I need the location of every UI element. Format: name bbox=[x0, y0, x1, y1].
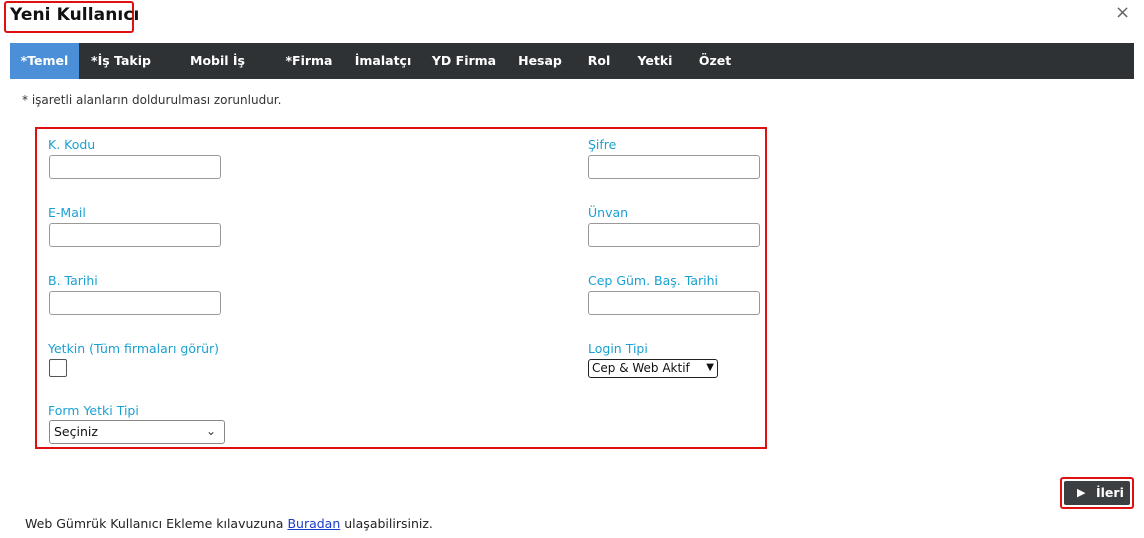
sifre-label: Şifre bbox=[588, 137, 617, 152]
yetkin-label: Yetkin (Tüm firmaları görür) bbox=[48, 341, 220, 356]
footer-text: Web Gümrük Kullanıcı Ekleme kılavuzuna B… bbox=[25, 516, 433, 531]
dialog-title: Yeni Kullanıcı bbox=[10, 5, 140, 25]
tab-yd-firma[interactable]: YD Firma bbox=[428, 43, 500, 79]
email-input[interactable] bbox=[49, 223, 221, 247]
required-note: * işaretli alanların doldurulması zorunl… bbox=[22, 93, 282, 107]
close-icon[interactable]: × bbox=[1115, 3, 1130, 23]
email-label: E-Mail bbox=[48, 205, 86, 220]
tab-yetki[interactable]: Yetki bbox=[630, 43, 680, 79]
tab-ozet[interactable]: Özet bbox=[692, 43, 738, 79]
chevron-down-icon: ⌄ bbox=[205, 424, 216, 438]
tab-temel[interactable]: *Temel bbox=[10, 43, 79, 79]
footer-text-after: ulaşabilirsiniz. bbox=[340, 516, 433, 531]
form-yetki-tipi-value: Seçiniz bbox=[54, 424, 98, 439]
tab-rol[interactable]: Rol bbox=[580, 43, 618, 79]
sifre-input[interactable] bbox=[588, 155, 760, 179]
unvan-label: Ünvan bbox=[588, 205, 629, 220]
k-kodu-label: K. Kodu bbox=[48, 137, 96, 152]
chevron-down-icon: ▼ bbox=[706, 362, 714, 373]
cep-gum-label: Cep Güm. Baş. Tarihi bbox=[588, 273, 718, 288]
b-tarihi-label: B. Tarihi bbox=[48, 273, 98, 288]
guide-link[interactable]: Buradan bbox=[287, 516, 340, 531]
yetkin-checkbox[interactable] bbox=[49, 359, 67, 377]
form-yetki-tipi-select[interactable]: Seçiniz ⌄ bbox=[49, 420, 225, 444]
tab-is-takip[interactable]: *İş Takip bbox=[84, 43, 158, 79]
form-yetki-tipi-label: Form Yetki Tipi bbox=[48, 403, 139, 418]
login-tipi-select[interactable]: Cep & Web Aktif ▼ bbox=[588, 359, 718, 378]
k-kodu-input[interactable] bbox=[49, 155, 221, 179]
unvan-input[interactable] bbox=[588, 223, 760, 247]
next-button-label: İleri bbox=[1096, 485, 1124, 500]
footer-text-before: Web Gümrük Kullanıcı Ekleme kılavuzuna bbox=[25, 516, 288, 531]
tab-imalatci[interactable]: İmalatçı bbox=[350, 43, 416, 79]
play-icon: ▶ bbox=[1077, 486, 1086, 499]
next-button[interactable]: ▶ İleri bbox=[1064, 481, 1130, 505]
tab-mobil-is-takip[interactable]: Mobil İş Takip bbox=[170, 43, 265, 104]
tab-hesap[interactable]: Hesap bbox=[512, 43, 568, 79]
b-tarihi-input[interactable] bbox=[49, 291, 221, 315]
login-tipi-label: Login Tipi bbox=[588, 341, 648, 356]
login-tipi-value: Cep & Web Aktif bbox=[592, 361, 690, 375]
cep-gum-input[interactable] bbox=[588, 291, 760, 315]
tab-bar: *Temel *İş Takip Mobil İş Takip *Firma İ… bbox=[10, 43, 1134, 104]
tab-firma[interactable]: *Firma bbox=[280, 43, 338, 79]
